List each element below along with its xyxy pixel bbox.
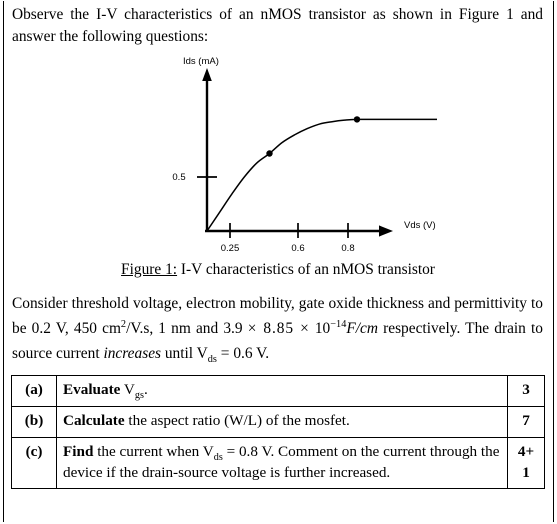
- figure-caption-text: I-V characteristics of an nMOS transisto…: [177, 260, 435, 278]
- questions-table: (a) Evaluate Vgs. 3 (b) Calculate the as…: [11, 374, 545, 490]
- x-tick-label: 0.25: [221, 243, 240, 254]
- iv-data-point: [266, 150, 273, 157]
- row-label-a: (a): [11, 374, 57, 407]
- row-marks-a: 3: [507, 374, 545, 407]
- params-part6: until V: [161, 344, 208, 362]
- table-row: (c) Find the current when Vds = 0.8 V. C…: [11, 436, 545, 490]
- iv-curve: [206, 118, 437, 232]
- row-marks-b: 7: [507, 405, 545, 438]
- x-tick-group: 0.25 0.6 0.8: [221, 222, 355, 254]
- iv-data-points: [266, 115, 361, 157]
- row-subscript-c: ds: [213, 451, 223, 463]
- row-marks-c: 4+ 1: [507, 436, 545, 490]
- row-marks-c-line2: 1: [522, 463, 530, 481]
- row-body-c: the current when V: [93, 442, 214, 460]
- params-times-1: ×: [247, 319, 258, 337]
- row-label-c: (c): [11, 436, 57, 490]
- params-part3: 8.85: [257, 319, 301, 337]
- x-tick-label: 0.6: [291, 243, 304, 254]
- iv-data-point: [353, 115, 361, 123]
- row-body-b: the aspect ratio (W/L) of the mosfet.: [124, 411, 350, 429]
- y-axis-label: Ids (mA): [183, 56, 219, 67]
- figure-caption-number: Figure 1:: [121, 260, 178, 278]
- y-tick-group: 0.5: [172, 172, 217, 183]
- params-part4: 10: [309, 319, 331, 337]
- y-tick-label: 0.5: [172, 172, 185, 183]
- row-text-a: Evaluate Vgs.: [56, 374, 508, 407]
- row-marks-c-line1: 4+: [517, 442, 535, 460]
- y-axis: [202, 67, 212, 231]
- row-command-a: Evaluate: [63, 380, 121, 398]
- params-italic-word: increases: [103, 344, 162, 362]
- table-row: (b) Calculate the aspect ratio (W/L) of …: [11, 405, 545, 438]
- table-row: (a) Evaluate Vgs. 3: [11, 374, 545, 407]
- x-axis: [205, 225, 393, 237]
- row-body-a: V: [120, 380, 135, 398]
- parameters-paragraph: Consider threshold voltage, electron mob…: [11, 292, 545, 367]
- document-page: Observe the I-V characteristics of an nM…: [0, 0, 557, 524]
- figure-caption: Figure 1: I-V characteristics of an nMOS…: [11, 261, 545, 279]
- document-content: Observe the I-V characteristics of an nM…: [4, 4, 553, 490]
- params-unit: F/cm: [346, 319, 378, 337]
- params-part2: /V.s, 1 nm and 3.9: [126, 319, 248, 337]
- x-axis-label: Vds (V): [404, 220, 436, 231]
- row-label-b: (b): [11, 405, 57, 438]
- params-exponent: −14: [330, 318, 347, 330]
- params-part7: = 0.6 V.: [216, 344, 270, 362]
- params-times-2: ×: [300, 319, 310, 337]
- figure-container: Ids (mA) Vds (V) 0.5 0.25 0.6 0.8: [11, 48, 545, 260]
- intro-paragraph: Observe the I-V characteristics of an nM…: [12, 6, 543, 45]
- iv-characteristics-chart: Ids (mA) Vds (V) 0.5 0.25 0.6 0.8: [172, 56, 437, 254]
- row-subscript-a: gs: [134, 389, 144, 401]
- document-frame: Observe the I-V characteristics of an nM…: [3, 1, 554, 522]
- row-command-c: Find: [63, 442, 94, 460]
- x-tick-label: 0.8: [341, 243, 354, 254]
- params-subscript-ds: ds: [207, 353, 217, 365]
- row-tail-a: .: [143, 380, 148, 398]
- row-command-b: Calculate: [63, 411, 125, 429]
- row-text-c: Find the current when Vds = 0.8 V. Comme…: [56, 436, 508, 490]
- row-text-b: Calculate the aspect ratio (W/L) of the …: [56, 405, 508, 438]
